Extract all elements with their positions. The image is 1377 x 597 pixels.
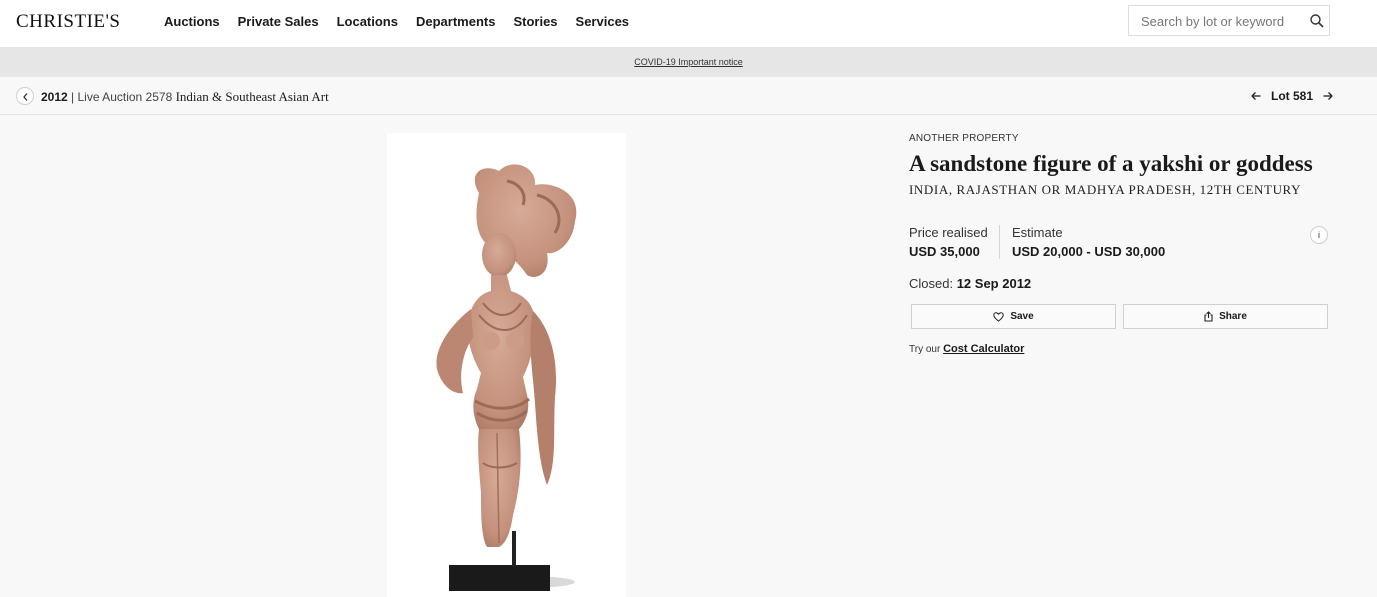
site-header: CHRISTIE'S Auctions Private Sales Locati… — [0, 0, 1377, 47]
nav-locations[interactable]: Locations — [337, 14, 398, 29]
cost-calculator-row: Try our Cost Calculator — [909, 343, 1329, 355]
info-icon[interactable]: i — [1310, 226, 1328, 244]
next-lot-arrow-icon[interactable] — [1322, 90, 1334, 102]
action-buttons: Save Share — [909, 304, 1329, 329]
estimate-value: USD 20,000 - USD 30,000 — [1012, 244, 1166, 259]
price-section: Price realised USD 35,000 Estimate USD 2… — [909, 225, 1329, 265]
share-icon — [1204, 311, 1213, 322]
nav-auctions[interactable]: Auctions — [164, 14, 220, 29]
nav-private-sales[interactable]: Private Sales — [238, 14, 319, 29]
breadcrumb-year: 2012 — [41, 90, 68, 104]
lot-title: A sandstone figure of a yakshi or goddes… — [909, 151, 1313, 176]
nav-stories[interactable]: Stories — [513, 14, 557, 29]
search-input[interactable] — [1141, 14, 1301, 29]
previous-lot-arrow-icon[interactable] — [1250, 90, 1262, 102]
heart-icon — [993, 311, 1005, 322]
nav-departments[interactable]: Departments — [416, 14, 495, 29]
breadcrumb-sale-title: Indian & Southeast Asian Art — [175, 89, 329, 104]
lot-navigation: Lot 581 — [1250, 89, 1334, 103]
lot-subtitle: INDIA, RAJASTHAN OR MADHYA PRADESH, 12TH… — [909, 182, 1302, 197]
closed-date: 12 Sep 2012 — [956, 276, 1032, 291]
christies-logo[interactable]: CHRISTIE'S — [16, 11, 121, 33]
calculator-prefix: Try our — [909, 344, 944, 355]
breadcrumb-bar: 2012 | Live Auction 2578 Indian & Southe… — [0, 77, 1377, 115]
breadcrumb[interactable]: 2012 | Live Auction 2578 Indian & Southe… — [41, 89, 329, 105]
closed-date-row: Closed: 12 Sep 2012 — [909, 276, 1329, 291]
price-realised-label: Price realised — [909, 225, 988, 240]
breadcrumb-sale-info: Live Auction 2578 — [77, 90, 176, 104]
closed-label: Closed: — [909, 276, 957, 291]
search-box — [1128, 5, 1330, 36]
save-button[interactable]: Save — [911, 304, 1116, 329]
price-divider — [999, 225, 1000, 259]
estimate-label: Estimate — [1012, 225, 1063, 240]
estimate: Estimate USD 20,000 - USD 30,000 — [1012, 225, 1165, 259]
share-button[interactable]: Share — [1123, 304, 1328, 329]
covid-notice-link[interactable]: COVID-19 Important notice — [634, 57, 743, 67]
breadcrumb-separator: | — [67, 90, 78, 104]
main-nav: Auctions Private Sales Locations Departm… — [164, 14, 647, 29]
chevron-left-icon — [23, 93, 28, 101]
price-realised: Price realised USD 35,000 — [909, 225, 988, 259]
share-label: Share — [1219, 311, 1247, 322]
price-realised-value: USD 35,000 — [909, 244, 980, 259]
yakshi-sculpture-image — [436, 164, 577, 591]
search-icon[interactable] — [1309, 13, 1325, 29]
provenance-label: ANOTHER PROPERTY — [909, 133, 1019, 144]
cost-calculator-link[interactable]: Cost Calculator — [943, 343, 1024, 355]
lot-image[interactable] — [387, 133, 626, 597]
notice-bar: COVID-19 Important notice — [0, 47, 1377, 77]
lot-number: Lot 581 — [1271, 89, 1314, 103]
back-button[interactable] — [16, 87, 34, 105]
lot-details: ANOTHER PROPERTY A sandstone figure of a… — [909, 133, 1329, 355]
nav-services[interactable]: Services — [576, 14, 630, 29]
save-label: Save — [1010, 311, 1034, 322]
